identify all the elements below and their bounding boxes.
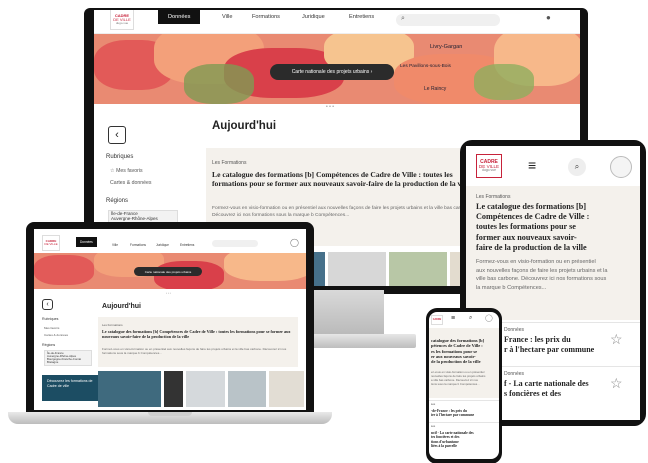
tablet-brand-logo[interactable]: CADRE DE VILLE dugo.vue [476, 154, 502, 178]
laptop-tab-formations[interactable]: Formations [130, 243, 146, 247]
tab-ville[interactable]: Ville [222, 14, 232, 20]
search-icon: ⌕ [401, 15, 405, 22]
tablet-card-description: Formez-vous en visio-formation ou en pré… [476, 259, 608, 291]
laptop-tab-ville[interactable]: Ville [112, 243, 118, 247]
phone-hamburger-menu-icon[interactable]: ≡ [451, 315, 455, 322]
laptop-sidebar-item-cartes[interactable]: Cartes & données [44, 333, 68, 337]
phone-list-item[interactable]: ées -de-France : les prix du ier à l'hec… [429, 400, 499, 420]
laptop-navigation: CADRE DE VILLE Données Ville Formations … [34, 229, 306, 253]
laptop-brand-logo[interactable]: CADRE DE VILLE [42, 235, 60, 251]
phone-screen: CADRE ≡ ⌕ ◯ catalogue des formations [b]… [429, 312, 499, 459]
regions-heading: Régions [106, 198, 129, 204]
chevron-left-icon: ‹ [115, 129, 119, 141]
brand-logo[interactable]: CADRE DE VILLE dugo.vue [110, 10, 134, 30]
laptop-map-cta-button[interactable]: Carte nationale des projets urbains [134, 267, 202, 276]
back-button[interactable]: ‹ [108, 126, 126, 144]
phone-user-avatar-icon[interactable]: ◯ [485, 314, 493, 322]
laptop-sidebar-item-favoris[interactable]: Mes favoris [44, 326, 59, 330]
laptop-map-banner[interactable]: Carte nationale des projets urbains [34, 253, 306, 289]
laptop-carousel-dots[interactable]: • • • [166, 291, 171, 295]
sidebar-item-cartes[interactable]: Cartes & données [110, 180, 152, 186]
monitor-stand [310, 290, 384, 336]
formations-cta-button[interactable]: Découvrez les formations de Cadre de vil… [42, 375, 98, 401]
search-input[interactable]: ⌕ [396, 14, 500, 26]
phone-list-item[interactable]: ées ncif - La carte nationale des tes fo… [429, 422, 499, 458]
laptop-article-thumbnails [98, 371, 304, 407]
tablet-featured-card[interactable]: Les Formations Le catalogue des formatio… [466, 186, 640, 320]
hamburger-menu-icon[interactable]: ≡ [528, 158, 536, 172]
tab-juridique[interactable]: Juridique [302, 14, 325, 20]
rubriques-heading: Rubriques [106, 154, 134, 160]
map-cta-button[interactable]: Carte nationale des projets urbains › [270, 64, 394, 80]
laptop-search-input[interactable] [212, 240, 258, 247]
laptop-tab-entretiens[interactable]: Entretiens [180, 243, 194, 247]
page-title: Aujourd'hui [212, 120, 277, 132]
tablet-search-icon[interactable]: ⌕ [568, 158, 586, 176]
chevron-right-icon: › [370, 69, 373, 75]
tab-entretiens[interactable]: Entretiens [349, 14, 374, 20]
laptop-region-select[interactable]: Île-de-France Auvergne-Rhône-Alpes Bourg… [44, 350, 92, 367]
phone-featured-card[interactable]: catalogue des formations [b] pétences de… [429, 328, 499, 398]
sidebar-item-favoris[interactable]: ☆ Mes favoris [110, 168, 143, 174]
laptop-user-avatar-icon[interactable]: ◯ [290, 238, 299, 247]
phone-search-icon[interactable]: ⌕ [469, 315, 472, 322]
laptop-page-title: Aujourd'hui [102, 303, 141, 310]
laptop-featured-card[interactable]: Les Formations Le catalogue des formatio… [98, 317, 298, 367]
phone-brand-logo[interactable]: CADRE [431, 315, 443, 325]
favorite-star-icon[interactable]: ☆ [610, 331, 623, 348]
top-navigation: CADRE DE VILLE dugo.vue Données Ville Fo… [94, 10, 580, 34]
map-banner[interactable]: Livry-Gargan Les Pavillons-sous-Bois Le … [94, 34, 580, 104]
user-avatar-icon[interactable]: ● [546, 13, 551, 22]
card-title: Le catalogue des formations [b] Compéten… [212, 170, 472, 189]
laptop-notch [148, 412, 192, 416]
laptop-tab-juridique[interactable]: Juridique [156, 243, 169, 247]
card-description: Formez-vous en visio-formation ou en pré… [212, 206, 473, 218]
favorite-star-icon[interactable]: ☆ [610, 375, 623, 392]
carousel-dots[interactable]: • • • [326, 104, 334, 110]
laptop-back-button[interactable]: ‹ [42, 299, 53, 310]
device-mockup-scene: CADRE DE VILLE dugo.vue Données Ville Fo… [0, 0, 648, 463]
card-category: Les Formations [212, 160, 247, 166]
tab-formations[interactable]: Formations [252, 14, 280, 20]
tablet-user-avatar-icon[interactable] [610, 156, 632, 178]
laptop-tab-donnees[interactable]: Données [76, 237, 97, 247]
tablet-card-title: Le catalogue des formations [b] Compéten… [476, 202, 590, 252]
tab-donnees[interactable]: Données [158, 10, 201, 24]
laptop-screen: CADRE DE VILLE Données Ville Formations … [34, 229, 306, 410]
